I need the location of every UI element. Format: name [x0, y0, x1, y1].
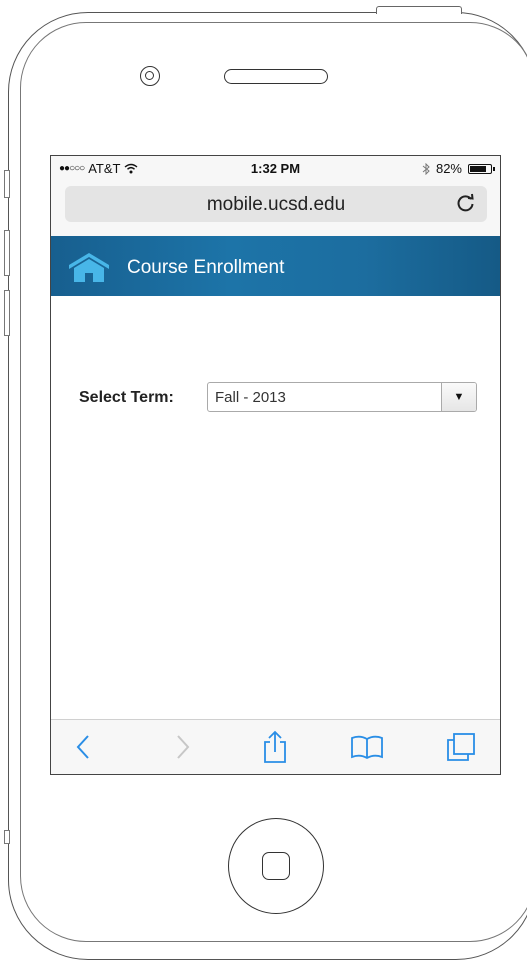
share-icon[interactable]	[258, 730, 292, 764]
select-term-label: Select Term:	[79, 389, 174, 406]
app-header: Course Enrollment	[51, 236, 500, 296]
url-text: mobile.ucsd.edu	[206, 194, 346, 215]
battery-icon	[468, 163, 495, 174]
reload-icon[interactable]	[455, 192, 477, 214]
speaker-grille	[224, 69, 328, 84]
battery-percent: 82%	[435, 161, 462, 176]
camera-icon	[140, 66, 160, 86]
battery-fill	[470, 165, 486, 172]
back-icon[interactable]	[67, 730, 101, 764]
home-icon[interactable]	[67, 251, 111, 283]
term-select[interactable]: Fall - 2013 ▼	[207, 382, 477, 412]
home-button[interactable]	[228, 818, 324, 914]
tabs-icon[interactable]	[444, 730, 478, 764]
url-bar[interactable]: mobile.ucsd.edu	[65, 186, 487, 222]
phone-screen: ●●○○○ AT&T 1:32 PM 82% mobile.ucsd.edu C…	[50, 155, 501, 775]
page-title: Course Enrollment	[127, 257, 285, 278]
term-select-value: Fall - 2013	[215, 389, 286, 406]
side-notch	[4, 830, 10, 844]
status-bar: ●●○○○ AT&T 1:32 PM 82%	[51, 156, 500, 180]
mute-switch	[4, 170, 10, 198]
browser-address-area: mobile.ucsd.edu	[51, 180, 500, 236]
bluetooth-icon	[422, 162, 430, 175]
power-button	[376, 6, 462, 14]
bookmarks-icon[interactable]	[350, 730, 384, 764]
home-button-square-icon	[262, 852, 290, 880]
status-right: 82%	[422, 161, 495, 176]
forward-icon[interactable]	[165, 730, 199, 764]
browser-toolbar	[51, 719, 500, 774]
volume-up-button	[4, 230, 10, 276]
volume-down-button	[4, 290, 10, 336]
dropdown-arrow-icon[interactable]: ▼	[441, 383, 476, 411]
